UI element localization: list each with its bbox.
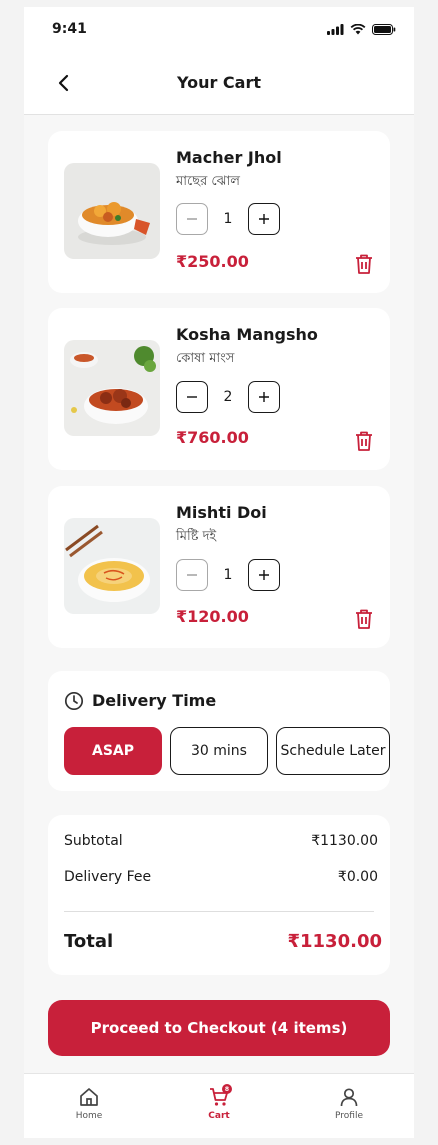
quantity-stepper: 1	[176, 559, 280, 591]
order-summary-card: Subtotal ₹1130.00 Delivery Fee ₹0.00 Tot…	[48, 815, 390, 975]
status-bar: 9:41	[24, 7, 414, 51]
item-price: ₹760.00	[176, 428, 249, 447]
quantity-value: 1	[223, 211, 233, 227]
tab-home[interactable]: Home	[24, 1074, 154, 1138]
trash-icon[interactable]	[354, 253, 374, 275]
subtotal-value: ₹1130.00	[311, 833, 378, 849]
increase-quantity-button[interactable]	[248, 381, 280, 413]
plus-icon	[259, 392, 269, 402]
battery-icon	[372, 23, 396, 35]
delivery-fee-value: ₹0.00	[337, 869, 378, 885]
quantity-stepper: 1	[176, 203, 280, 235]
signal-icon	[327, 23, 344, 35]
minus-icon	[187, 396, 197, 398]
delivery-time-title: Delivery Time	[92, 691, 217, 710]
total-value: ₹1130.00	[287, 931, 382, 952]
user-icon	[340, 1088, 358, 1107]
item-name: Mishti Doi	[176, 503, 267, 522]
trash-icon[interactable]	[354, 608, 374, 630]
item-native-name: মাছের ঝোল	[176, 174, 240, 189]
clock-icon	[64, 691, 84, 711]
home-icon	[80, 1088, 98, 1106]
decrease-quantity-button[interactable]	[176, 203, 208, 235]
minus-icon	[187, 574, 197, 576]
increase-quantity-button[interactable]	[248, 559, 280, 591]
decrease-quantity-button[interactable]	[176, 559, 208, 591]
item-native-name: মিষ্টি দই	[176, 529, 217, 544]
quantity-value: 2	[223, 389, 233, 405]
plus-icon	[259, 570, 269, 580]
delivery-fee-label: Delivery Fee	[64, 869, 152, 885]
delivery-option-schedule-later[interactable]: Schedule Later	[276, 727, 390, 775]
back-arrow-icon[interactable]	[54, 73, 74, 93]
bottom-tab-bar: Home 8 Cart Profile	[24, 1073, 414, 1138]
page-title: Your Cart	[176, 73, 262, 92]
tab-profile[interactable]: Profile	[284, 1074, 414, 1138]
cart-item-card: Kosha Mangsho কোষা মাংস 2 ₹760.00	[48, 308, 390, 470]
cart-item-card: Macher Jhol মাছের ঝোল 1 ₹250.00	[48, 131, 390, 293]
item-image	[64, 518, 160, 614]
summary-divider	[64, 911, 374, 912]
status-icons	[327, 23, 396, 35]
tab-cart[interactable]: 8 Cart	[154, 1074, 284, 1138]
item-native-name: কোষা মাংস	[176, 351, 235, 366]
minus-icon	[187, 218, 197, 220]
total-row: Total ₹1130.00	[64, 931, 382, 952]
delivery-option-30-mins[interactable]: 30 mins	[170, 727, 268, 775]
app-header: Your Cart	[24, 51, 414, 115]
item-price: ₹120.00	[176, 607, 249, 626]
cart-item-card: Mishti Doi মিষ্টি দই 1 ₹120.00	[48, 486, 390, 648]
increase-quantity-button[interactable]	[248, 203, 280, 235]
item-name: Macher Jhol	[176, 148, 282, 167]
subtotal-row: Subtotal ₹1130.00	[64, 833, 378, 849]
trash-icon[interactable]	[354, 430, 374, 452]
cart-count-badge: 8	[222, 1084, 232, 1094]
item-name: Kosha Mangsho	[176, 325, 318, 344]
phone-screen: 9:41 Your Cart Macher Jhol মাছের ঝোল 1 ₹…	[24, 7, 414, 1138]
total-label: Total	[64, 931, 114, 952]
tab-profile-label: Profile	[335, 1111, 363, 1121]
tab-cart-label: Cart	[208, 1111, 230, 1121]
decrease-quantity-button[interactable]	[176, 381, 208, 413]
item-image	[64, 163, 160, 259]
delivery-fee-row: Delivery Fee ₹0.00	[64, 869, 378, 885]
tab-home-label: Home	[75, 1111, 103, 1121]
status-time: 9:41	[52, 21, 87, 37]
delivery-option-asap[interactable]: ASAP	[64, 727, 162, 775]
item-price: ₹250.00	[176, 252, 249, 271]
quantity-stepper: 2	[176, 381, 280, 413]
plus-icon	[259, 214, 269, 224]
checkout-button[interactable]: Proceed to Checkout (4 items)	[48, 1000, 390, 1056]
quantity-value: 1	[223, 567, 233, 583]
delivery-time-card: Delivery Time ASAP 30 mins Schedule Late…	[48, 671, 390, 791]
subtotal-label: Subtotal	[64, 833, 123, 849]
wifi-icon	[350, 23, 366, 34]
item-image	[64, 340, 160, 436]
